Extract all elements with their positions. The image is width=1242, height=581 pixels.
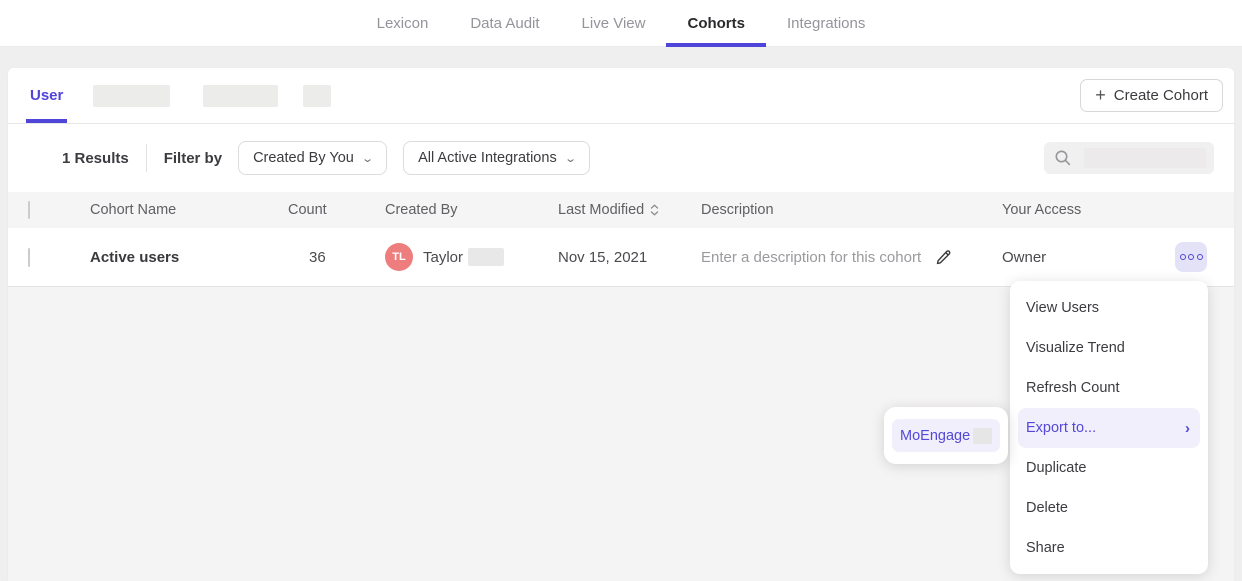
nav-tab-data-audit[interactable]: Data Audit <box>449 0 560 46</box>
nav-tab-lexicon[interactable]: Lexicon <box>356 0 450 46</box>
integrations-filter-dropdown[interactable]: All Active Integrations ⌄ <box>403 141 590 175</box>
kebab-icon <box>1197 254 1203 260</box>
redacted-creator-surname <box>468 248 504 266</box>
menu-item-share[interactable]: Share <box>1010 528 1208 568</box>
create-cohort-button[interactable]: + Create Cohort <box>1080 79 1223 112</box>
header-created-by[interactable]: Created By <box>385 202 558 218</box>
cohort-type-tabs: User + Create Cohort <box>8 68 1234 124</box>
create-cohort-label: Create Cohort <box>1114 87 1208 104</box>
menu-item-delete[interactable]: Delete <box>1010 488 1208 528</box>
menu-item-view-users[interactable]: View Users <box>1010 288 1208 328</box>
redacted-text <box>973 428 992 444</box>
results-count: 1 Results <box>62 150 129 167</box>
redacted-tab[interactable] <box>303 85 331 107</box>
tab-user[interactable]: User <box>28 68 65 123</box>
last-modified-value: Nov 15, 2021 <box>558 249 647 266</box>
submenu-item-moengage[interactable]: MoEngage <box>892 419 1000 452</box>
created-by-cell: TL Taylor <box>385 243 558 271</box>
filter-by-label: Filter by <box>164 150 222 167</box>
avatar: TL <box>385 243 413 271</box>
edit-pencil-icon[interactable] <box>935 248 953 266</box>
select-all-checkbox[interactable] <box>28 201 30 219</box>
search-input[interactable] <box>1044 142 1214 174</box>
table-header-row: Cohort Name Count Created By Last Modifi… <box>8 192 1234 228</box>
moengage-label: MoEngage <box>900 428 970 444</box>
row-actions-menu: View Users Visualize Trend Refresh Count… <box>1010 281 1208 574</box>
filter-bar: 1 Results Filter by Created By You ⌄ All… <box>8 124 1234 192</box>
nav-tab-cohorts[interactable]: Cohorts <box>666 0 766 46</box>
header-cohort-name[interactable]: Cohort Name <box>90 202 288 218</box>
nav-tab-live-view[interactable]: Live View <box>561 0 667 46</box>
plus-icon: + <box>1095 86 1106 104</box>
chevron-down-icon: ⌄ <box>564 152 577 165</box>
divider <box>146 144 147 172</box>
menu-item-export-to[interactable]: Export to... › <box>1018 408 1200 448</box>
access-value: Owner <box>1002 249 1046 266</box>
top-navigation: Lexicon Data Audit Live View Cohorts Int… <box>0 0 1242 47</box>
description-input[interactable]: Enter a description for this cohort <box>701 249 921 266</box>
table-row[interactable]: Active users 36 TL Taylor Nov 15, 2021 E… <box>8 228 1234 287</box>
last-modified-cell: Nov 15, 2021 <box>558 249 701 266</box>
redacted-tab[interactable] <box>203 85 278 107</box>
redacted-search-text <box>1084 148 1206 168</box>
menu-item-refresh-count[interactable]: Refresh Count <box>1010 368 1208 408</box>
export-submenu: MoEngage <box>884 407 1008 464</box>
created-by-filter-dropdown[interactable]: Created By You ⌄ <box>238 141 387 175</box>
header-description: Description <box>701 202 1002 218</box>
chevron-down-icon: ⌄ <box>361 152 374 165</box>
created-by-filter-value: Created By You <box>253 150 354 166</box>
sort-icon[interactable] <box>650 204 659 216</box>
row-actions-kebab-button[interactable] <box>1175 242 1207 272</box>
kebab-icon <box>1180 254 1186 260</box>
kebab-icon <box>1188 254 1194 260</box>
menu-item-visualize-trend[interactable]: Visualize Trend <box>1010 328 1208 368</box>
chevron-right-icon: › <box>1185 420 1190 437</box>
row-checkbox[interactable] <box>28 248 30 267</box>
creator-name: Taylor <box>423 249 463 266</box>
nav-tab-integrations[interactable]: Integrations <box>766 0 886 46</box>
search-icon <box>1054 149 1072 167</box>
header-count[interactable]: Count <box>288 202 385 218</box>
integrations-filter-value: All Active Integrations <box>418 150 557 166</box>
count-cell: 36 <box>288 249 385 266</box>
header-your-access: Your Access <box>1002 202 1234 218</box>
cohort-name-cell[interactable]: Active users <box>90 249 288 266</box>
redacted-tab[interactable] <box>93 85 170 107</box>
header-last-modified[interactable]: Last Modified <box>558 202 644 218</box>
export-to-label: Export to... <box>1026 420 1096 436</box>
menu-item-duplicate[interactable]: Duplicate <box>1010 448 1208 488</box>
